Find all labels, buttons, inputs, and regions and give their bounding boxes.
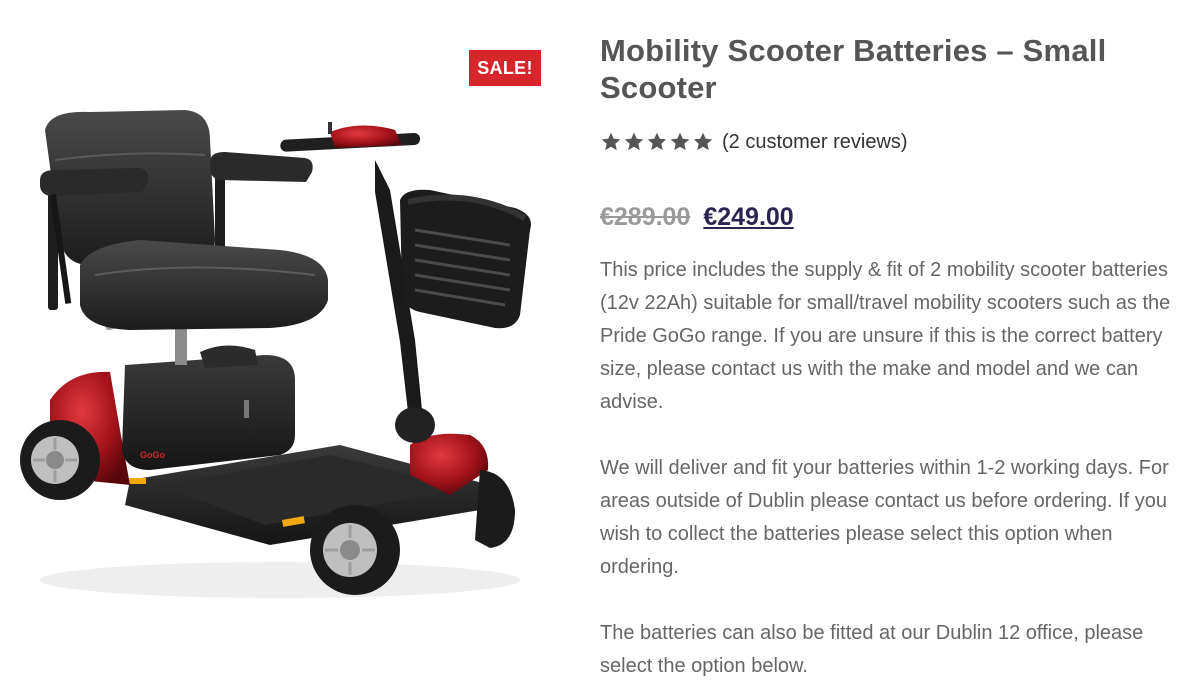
star-rating [600, 131, 714, 153]
sale-badge: SALE! [469, 50, 541, 86]
customer-reviews-link[interactable]: (2 customer reviews) [722, 131, 908, 154]
product-price: €289.00 €249.00 [600, 202, 1190, 232]
star-icon [647, 132, 667, 151]
description-paragraph: We will deliver and fit your batteries w… [600, 457, 1169, 578]
product-summary: Mobility Scooter Batteries – Small Scoot… [600, 32, 1190, 683]
brand-logo: GoGo [140, 450, 165, 460]
description-paragraph: This price includes the supply & fit of … [600, 259, 1171, 413]
sale-price: €249.00 [703, 203, 794, 231]
product-rating: (2 customer reviews) [600, 128, 1190, 156]
product-title: Mobility Scooter Batteries – Small Scoot… [600, 33, 1107, 105]
product-gallery: SALE! GoGo [0, 0, 560, 690]
description-paragraph: The batteries can also be fitted at our … [600, 622, 1144, 677]
star-icon [601, 132, 621, 151]
old-price: €289.00 [600, 203, 691, 231]
star-icon [670, 132, 690, 151]
product-description: This price includes the supply & fit of … [600, 254, 1190, 683]
product-image[interactable]: GoGo [10, 100, 550, 620]
star-icon [693, 132, 713, 151]
star-icon [624, 132, 644, 151]
